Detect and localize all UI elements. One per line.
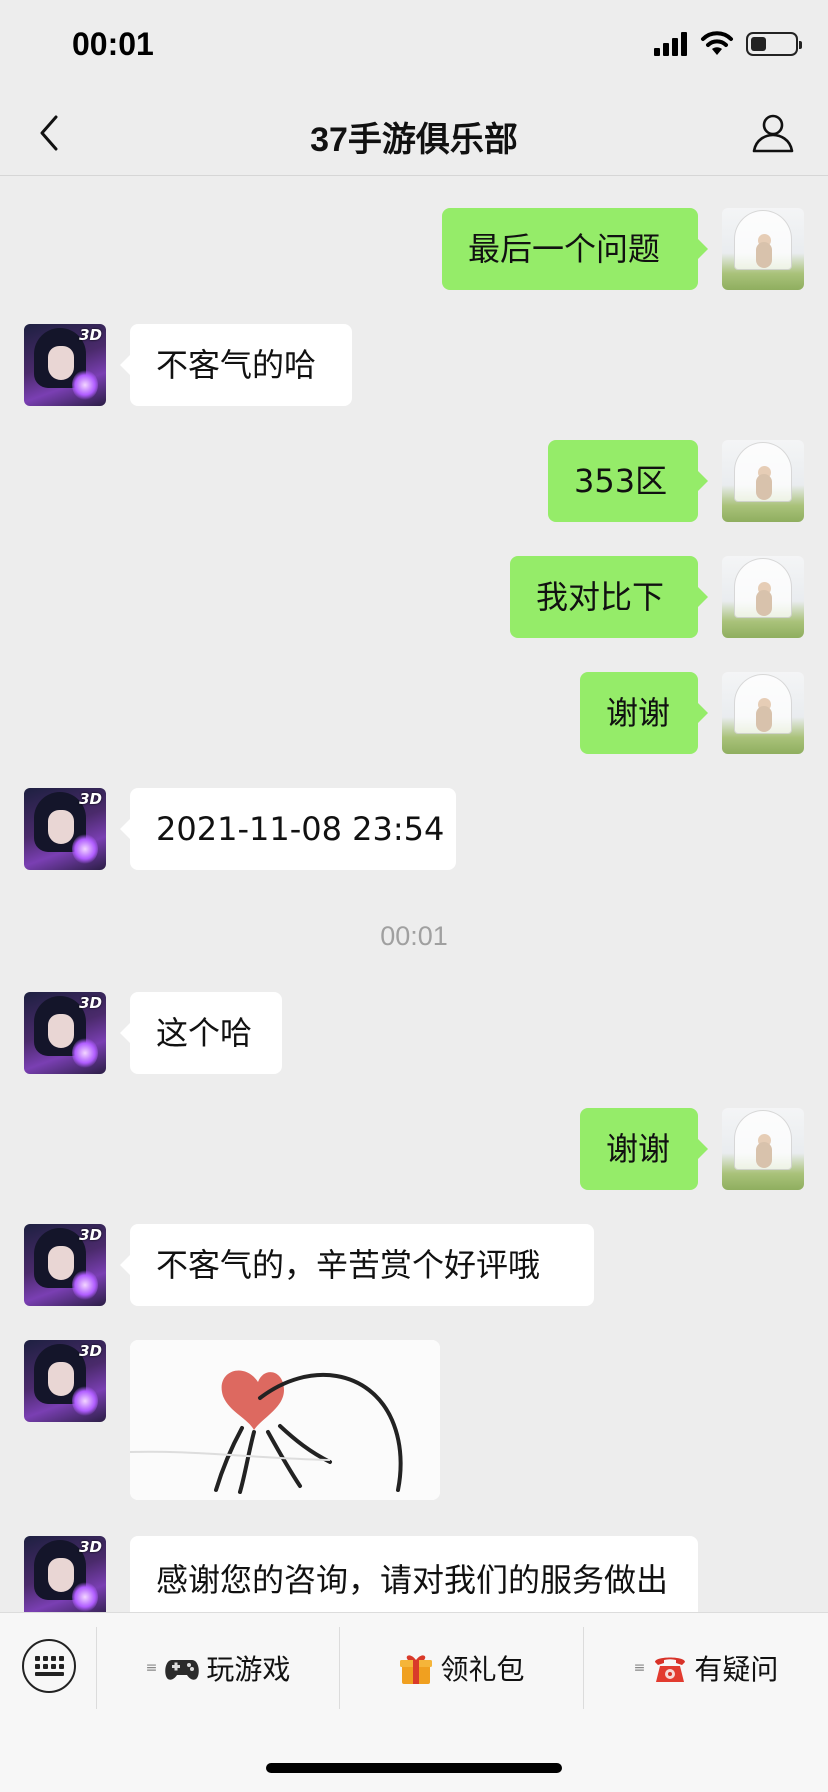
message-bubble-incoming[interactable]: 2021-11-08 23:54 xyxy=(120,788,456,870)
status-icons xyxy=(654,30,802,58)
status-bar: 00:01 xyxy=(0,0,828,90)
gift-icon xyxy=(398,1650,434,1686)
message-bubble-outgoing[interactable]: 谢谢 xyxy=(580,1108,708,1190)
nav-bar: 37手游俱乐部 xyxy=(0,90,828,176)
menu-gift-pack[interactable]: 领礼包 xyxy=(340,1613,583,1723)
menu-label: 有疑问 xyxy=(694,1653,779,1686)
menu-have-question[interactable]: ≡ 有疑问 xyxy=(584,1613,828,1723)
menu-label: 玩游戏 xyxy=(206,1653,291,1686)
chat-title: 37手游俱乐部 xyxy=(310,121,518,159)
submenu-indicator-icon: ≡ xyxy=(145,1660,158,1676)
home-indicator[interactable] xyxy=(266,1763,562,1773)
club-avatar[interactable]: 3D xyxy=(24,992,106,1074)
user-avatar[interactable] xyxy=(722,672,804,754)
battery-level xyxy=(751,37,766,51)
person-icon xyxy=(752,114,794,153)
status-time: 00:01 xyxy=(72,26,154,62)
chat-timestamp: 00:01 xyxy=(380,921,448,951)
user-avatar[interactable] xyxy=(722,556,804,638)
menu-label: 领礼包 xyxy=(440,1653,525,1686)
menu-play-game[interactable]: ≡ 玩游戏 xyxy=(97,1613,339,1723)
club-avatar[interactable]: 3D xyxy=(24,324,106,406)
telephone-icon xyxy=(652,1650,688,1686)
message-bubble-outgoing[interactable]: 谢谢 xyxy=(580,672,708,754)
club-avatar[interactable]: 3D xyxy=(24,788,106,870)
sticker-heart-image[interactable] xyxy=(130,1340,440,1500)
message-bubble-incoming[interactable]: 这个哈 xyxy=(120,992,282,1074)
gamepad-icon xyxy=(164,1650,200,1686)
message-bubble-outgoing[interactable]: 353区 xyxy=(548,440,708,522)
keyboard-icon xyxy=(34,1656,64,1676)
wifi-icon xyxy=(700,31,734,57)
chat-message-list[interactable]: 最后一个问题 3D 不客气的哈 353区 我对比下 谢谢 3D 2021-11-… xyxy=(0,177,828,1612)
club-avatar[interactable]: 3D xyxy=(24,1536,106,1612)
battery-icon xyxy=(746,32,802,56)
bottom-menu-bar: ≡ 玩游戏 领礼包 ≡ 有疑问 xyxy=(0,1612,828,1792)
message-bubble-incoming[interactable]: 不客气的，辛苦赏个好评哦 xyxy=(120,1224,594,1306)
club-avatar[interactable]: 3D xyxy=(24,1224,106,1306)
user-avatar[interactable] xyxy=(722,1108,804,1190)
user-avatar[interactable] xyxy=(722,440,804,522)
user-avatar[interactable] xyxy=(722,208,804,290)
signal-icon xyxy=(654,32,688,56)
chat-info-button[interactable] xyxy=(748,108,798,158)
club-avatar[interactable]: 3D xyxy=(24,1340,106,1422)
message-bubble-outgoing[interactable]: 我对比下 xyxy=(510,556,708,638)
submenu-indicator-icon: ≡ xyxy=(633,1660,646,1676)
message-bubble-incoming[interactable]: 感谢您的咨询，请对我们的服务做出评价： xyxy=(130,1536,698,1612)
keyboard-toggle-button[interactable] xyxy=(22,1639,76,1693)
message-bubble-incoming[interactable]: 不客气的哈 xyxy=(120,324,352,406)
message-bubble-outgoing[interactable]: 最后一个问题 xyxy=(442,208,708,290)
